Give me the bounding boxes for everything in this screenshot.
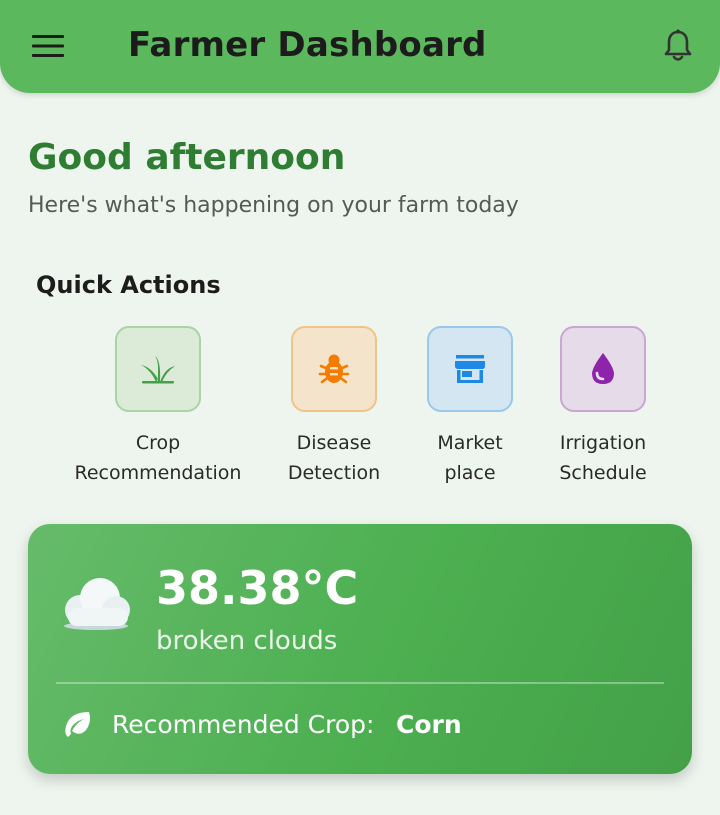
- quick-action-crop-recommendation[interactable]: Crop Recommendation: [72, 326, 244, 488]
- menu-button[interactable]: [22, 20, 74, 72]
- temperature: 38.38°C: [156, 561, 359, 615]
- quick-action-label: Market place: [437, 432, 503, 484]
- recommended-crop-label: Recommended Crop:: [112, 710, 375, 739]
- app-bar: Farmer Dashboard: [0, 0, 720, 93]
- greeting-title: Good afternoon: [28, 137, 346, 178]
- leaf-icon: [65, 712, 90, 737]
- cloud-icon: [64, 578, 130, 630]
- menu-icon: [32, 35, 64, 57]
- weather-condition: broken clouds: [156, 626, 338, 656]
- quick-action-tile: [291, 326, 377, 412]
- quick-action-irrigation-schedule[interactable]: Irrigation Schedule: [556, 326, 650, 488]
- quick-action-label: Irrigation Schedule: [559, 432, 647, 484]
- quick-action-disease-detection[interactable]: Disease Detection: [286, 326, 382, 488]
- quick-action-marketplace[interactable]: Market place: [424, 326, 516, 488]
- bell-icon: [664, 29, 692, 61]
- notifications-button[interactable]: [652, 20, 704, 72]
- water-drop-icon: [592, 353, 614, 384]
- sprout-icon: [141, 356, 175, 384]
- quick-action-label: Crop Recommendation: [74, 432, 242, 484]
- recommended-crop-value: Corn: [396, 710, 462, 739]
- quick-actions-title: Quick Actions: [36, 271, 221, 299]
- bug-icon: [318, 354, 350, 384]
- quick-action-tile: [427, 326, 513, 412]
- quick-action-tile: [115, 326, 201, 412]
- store-icon: [455, 355, 485, 383]
- card-divider: [56, 682, 664, 684]
- greeting-subtitle: Here's what's happening on your farm tod…: [28, 193, 519, 218]
- weather-card[interactable]: 38.38°C broken clouds Recommended Crop: …: [28, 524, 692, 774]
- quick-action-label: Disease Detection: [287, 432, 381, 484]
- quick-action-tile: [560, 326, 646, 412]
- app-title: Farmer Dashboard: [128, 25, 487, 65]
